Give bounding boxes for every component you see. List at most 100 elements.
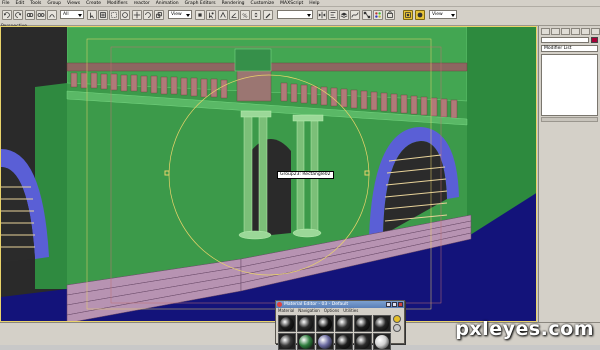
- material-sphere: [318, 316, 332, 331]
- undo-icon[interactable]: [2, 10, 12, 20]
- material-editor-icon[interactable]: [373, 10, 383, 20]
- material-slot[interactable]: [354, 315, 372, 332]
- object-tooltip: Group23: Rectangle02: [277, 171, 334, 179]
- angle-snap-icon[interactable]: [229, 10, 239, 20]
- rectangular-selection-icon[interactable]: [109, 10, 119, 20]
- doorway: [251, 139, 291, 237]
- menu-item-edit[interactable]: Edit: [16, 0, 25, 7]
- rotate-icon[interactable]: [143, 10, 153, 20]
- menu-item-create[interactable]: Create: [86, 0, 101, 7]
- material-slot[interactable]: [278, 333, 296, 350]
- modifier-list-dropdown[interactable]: Modifier List: [541, 45, 598, 52]
- help-icon[interactable]: [392, 302, 397, 307]
- command-panel: Modifier List: [538, 26, 600, 322]
- material-side-toolbar: [393, 315, 402, 343]
- edit-named-selection-icon[interactable]: [263, 10, 273, 20]
- schematic-view-icon[interactable]: [362, 10, 372, 20]
- select-by-name-icon[interactable]: [98, 10, 108, 20]
- watermark: pxleyes.com: [455, 318, 594, 340]
- mat-menu-options[interactable]: Options: [324, 308, 339, 314]
- align-icon[interactable]: [328, 10, 338, 20]
- material-slots: [278, 315, 391, 350]
- material-editor-window[interactable]: Material Editor - 03 - Default Material N…: [275, 300, 405, 350]
- unlink-icon[interactable]: [36, 10, 46, 20]
- stack-toolbar[interactable]: [541, 117, 598, 122]
- material-slot[interactable]: [335, 315, 353, 332]
- material-slot[interactable]: [297, 333, 315, 350]
- display-tab-icon[interactable]: [581, 28, 590, 35]
- utilities-tab-icon[interactable]: [591, 28, 600, 35]
- pivot-center-icon[interactable]: [195, 10, 205, 20]
- motion-tab-icon[interactable]: [571, 28, 580, 35]
- object-name-field[interactable]: [541, 37, 589, 43]
- minimize-icon[interactable]: [386, 302, 391, 307]
- named-selection-sets-dropdown[interactable]: [277, 10, 313, 19]
- mat-menu-navigation[interactable]: Navigation: [298, 308, 320, 314]
- select-link-icon[interactable]: [25, 10, 35, 20]
- material-sphere: [299, 334, 313, 349]
- bind-spacewarp-icon[interactable]: [47, 10, 57, 20]
- material-slot[interactable]: [278, 315, 296, 332]
- window-crossing-icon[interactable]: [120, 10, 130, 20]
- material-slot[interactable]: [335, 333, 353, 350]
- menu-item-maxscript[interactable]: MAXScript: [280, 0, 303, 7]
- material-editor-menu: Material Navigation Options Utilities: [276, 308, 404, 314]
- spinner-snap-icon[interactable]: [251, 10, 261, 20]
- render-production-icon[interactable]: [415, 10, 425, 20]
- snaps-toggle-icon[interactable]: [218, 10, 228, 20]
- close-icon[interactable]: [398, 302, 403, 307]
- menu-item-file[interactable]: File: [2, 0, 10, 7]
- select-object-icon[interactable]: [87, 10, 97, 20]
- menu-item-graph-editors[interactable]: Graph Editors: [185, 0, 216, 7]
- menu-item-modifiers[interactable]: Modifiers: [107, 0, 128, 7]
- material-editor-titlebar[interactable]: Material Editor - 03 - Default: [276, 301, 404, 308]
- material-sphere: [337, 334, 351, 349]
- layer-manager-icon[interactable]: [339, 10, 349, 20]
- object-color-swatch[interactable]: [591, 37, 598, 43]
- menu-item-group[interactable]: Group: [47, 0, 61, 7]
- quick-render-icon[interactable]: [403, 10, 413, 20]
- material-slot[interactable]: [354, 333, 372, 350]
- mirror-icon[interactable]: [317, 10, 327, 20]
- percent-snap-icon[interactable]: %: [240, 10, 250, 20]
- modifier-stack[interactable]: [541, 54, 598, 116]
- material-editor-app-icon: [277, 302, 282, 307]
- menu-item-customize[interactable]: Customize: [251, 0, 275, 7]
- sample-type-icon[interactable]: [393, 324, 401, 332]
- material-editor-title: Material Editor - 03 - Default: [284, 302, 349, 307]
- material-sphere: [280, 334, 294, 349]
- mat-menu-utilities[interactable]: Utilities: [343, 308, 358, 314]
- material-slot[interactable]: [373, 315, 391, 332]
- get-material-icon[interactable]: [393, 315, 401, 323]
- menu-item-views[interactable]: Views: [67, 0, 80, 7]
- material-sphere: [375, 334, 389, 349]
- scale-icon[interactable]: [154, 10, 164, 20]
- material-sphere: [337, 316, 351, 331]
- menu-item-tools[interactable]: Tools: [30, 0, 41, 7]
- render-setup-icon[interactable]: [385, 10, 395, 20]
- hierarchy-tab-icon[interactable]: [561, 28, 570, 35]
- move-icon[interactable]: [132, 10, 142, 20]
- curve-editor-icon[interactable]: [350, 10, 360, 20]
- material-slot[interactable]: [316, 315, 334, 332]
- reference-coordinate-dropdown[interactable]: View: [168, 10, 192, 19]
- mat-menu-material[interactable]: Material: [278, 308, 294, 314]
- select-manipulate-icon[interactable]: [206, 10, 216, 20]
- menu-item-help[interactable]: Help: [309, 0, 319, 7]
- material-sphere: [356, 334, 370, 349]
- create-tab-icon[interactable]: [541, 28, 550, 35]
- material-sphere: [318, 334, 332, 349]
- menu-item-animation[interactable]: Animation: [156, 0, 179, 7]
- modify-tab-icon[interactable]: [551, 28, 560, 35]
- menu-item-reactor[interactable]: reactor: [134, 0, 150, 7]
- material-sphere: [299, 316, 313, 331]
- redo-icon[interactable]: [13, 10, 23, 20]
- menu-item-rendering[interactable]: Rendering: [222, 0, 245, 7]
- material-slot[interactable]: [316, 333, 334, 350]
- render-preset-dropdown[interactable]: View: [429, 10, 457, 19]
- material-slot[interactable]: [373, 333, 391, 350]
- top-block: [234, 48, 272, 72]
- perspective-viewport[interactable]: Group23: Rectangle02: [0, 26, 537, 322]
- material-slot[interactable]: [297, 315, 315, 332]
- selection-filter-dropdown[interactable]: All: [60, 10, 84, 19]
